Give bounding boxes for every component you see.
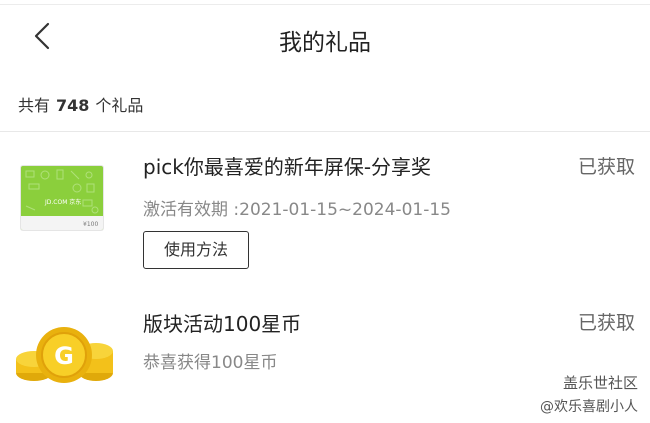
gift-count-prefix: 共有 [18, 96, 51, 115]
coin-letter: G [54, 342, 74, 370]
page-title: 我的礼品 [279, 30, 371, 56]
divider [0, 131, 650, 132]
gift-status: 已获取 [577, 156, 635, 178]
watermark-community: 盖乐世社区 [562, 374, 638, 392]
gift-count-number: 748 [56, 96, 90, 115]
gift-count-suffix: 个礼品 [95, 96, 144, 115]
card-value-label: ¥100 [83, 221, 99, 228]
usage-instructions-button[interactable]: 使用方法 [143, 231, 249, 269]
card-brand-label: JD.COM 京东 [45, 199, 82, 206]
gift-title: 版块活动100星币 [143, 312, 302, 336]
gift-count: 共有 748 个礼品 [18, 92, 143, 116]
gift-title: pick你最喜爱的新年屏保-分享奖 [143, 155, 432, 179]
gift-status: 已获取 [577, 312, 635, 334]
gift-description: 恭喜获得100星币 [143, 353, 278, 373]
header-bar: 我的礼品 [0, 5, 650, 67]
watermark-user: @欢乐喜剧小人 [540, 399, 638, 415]
card-pattern-icon [25, 169, 99, 214]
gold-coins-icon: G [16, 327, 113, 383]
gift-validity: 激活有效期 :2021-01-15~2024-01-15 [143, 200, 451, 220]
jd-gift-card-image: JD.COM 京东 ¥100 [21, 166, 103, 230]
